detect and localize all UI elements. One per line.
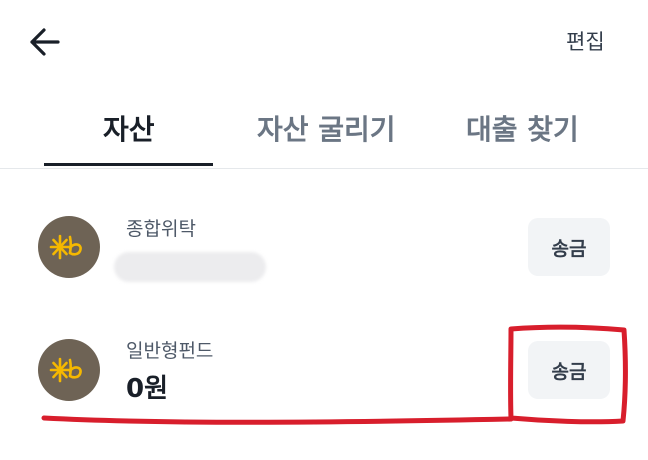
kb-logo-icon [38,216,100,278]
active-tab-indicator [44,163,213,166]
account-name: 종합위탁 [126,218,196,240]
tab-loan[interactable]: 대출 찾기 [466,108,579,148]
account-row-general-fund[interactable]: 일반형펀드 0원 송금 [0,318,648,414]
account-balance: 0원 [126,374,169,404]
account-name: 일반형펀드 [126,340,214,362]
tab-bar: 자산 자산 굴리기 대출 찾기 [0,96,648,169]
tab-invest[interactable]: 자산 굴리기 [257,108,396,148]
account-row-composite-trust[interactable]: 종합위탁 송금 [0,196,648,292]
hidden-balance [114,252,266,282]
kb-logo-icon [38,339,100,401]
back-arrow-icon[interactable] [26,24,62,60]
tab-assets[interactable]: 자산 [103,108,155,148]
send-button[interactable]: 송금 [528,341,610,399]
edit-button[interactable]: 편집 [566,26,605,56]
send-button[interactable]: 송금 [528,218,610,276]
